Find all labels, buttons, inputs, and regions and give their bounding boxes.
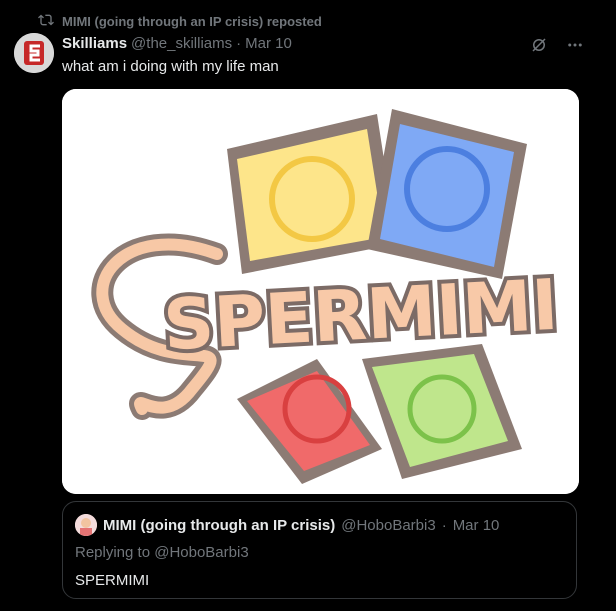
quote-text: SPERMIMI [75,572,150,589]
repost-label[interactable]: MIMI (going through an IP crisis) repost… [62,14,322,29]
quote-separator: · [441,516,447,534]
quoted-tweet[interactable]: MIMI (going through an IP crisis) @HoboB… [62,501,577,599]
quote-avatar[interactable] [75,514,97,536]
quote-author-name[interactable]: MIMI (going through an IP crisis) [103,517,335,534]
more-icon[interactable] [566,36,584,54]
tweet-image[interactable]: SPERMIMI [62,89,579,494]
tweet-actions [530,36,584,54]
tweet-text: what am i doing with my life man [62,58,279,75]
quote-author-handle[interactable]: @HoboBarbi3 [341,517,435,534]
repost-icon [38,12,54,31]
separator-dot: · [236,35,242,52]
replying-to: Replying to @HoboBarbi3 [75,544,249,561]
quote-header: MIMI (going through an IP crisis) @HoboB… [75,514,499,536]
tweet-header: Skilliams @the_skilliams · Mar 10 [62,35,292,52]
tweet-date[interactable]: Mar 10 [245,35,292,52]
replying-prefix: Replying to [75,544,155,561]
author-handle[interactable]: @the_skilliams [131,35,232,52]
repost-header: MIMI (going through an IP crisis) repost… [38,12,322,31]
quote-date[interactable]: Mar 10 [453,517,500,534]
grok-icon[interactable] [530,36,548,54]
author-name[interactable]: Skilliams [62,35,127,52]
avatar[interactable] [14,33,54,73]
replying-handle[interactable]: @HoboBarbi3 [154,544,248,561]
